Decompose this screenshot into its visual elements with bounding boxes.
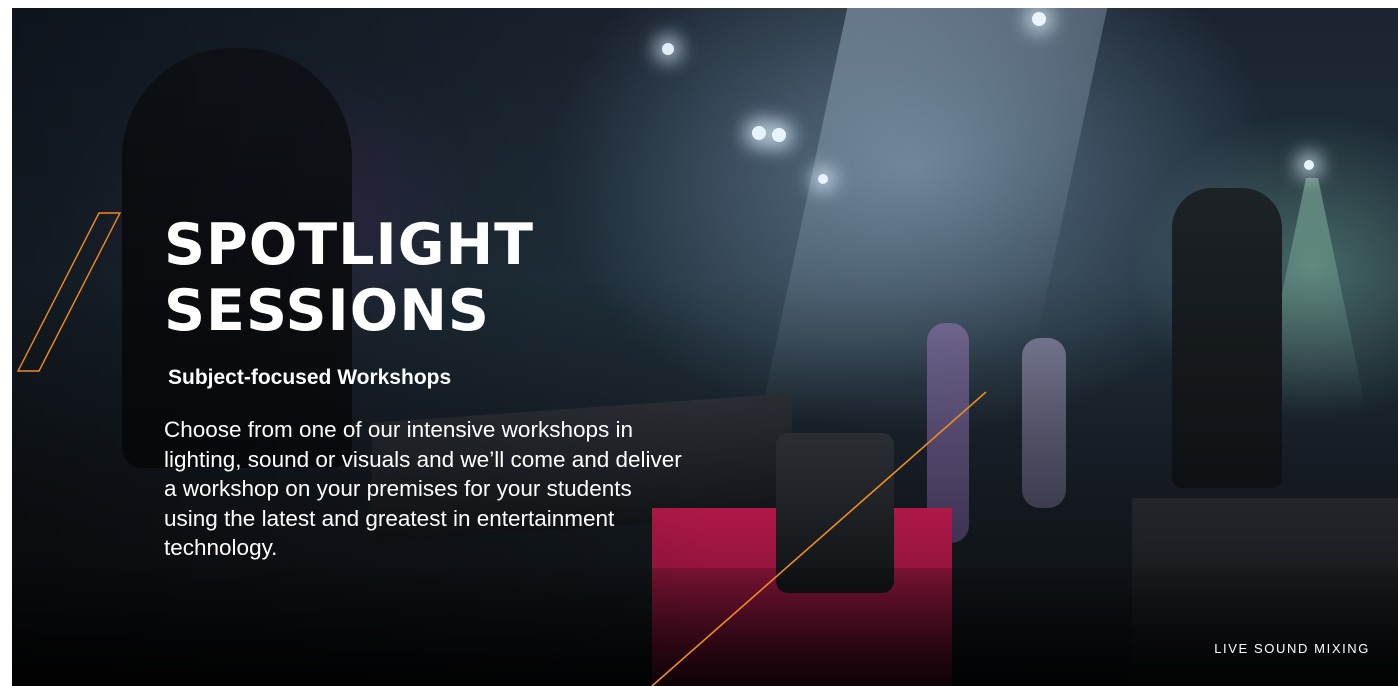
- performer-figure: [1022, 338, 1066, 508]
- stage-light: [1304, 160, 1314, 170]
- subtitle: Subject-focused Workshops: [168, 366, 452, 389]
- guitarist-silhouette: [1172, 188, 1282, 488]
- stage-light: [1032, 12, 1046, 26]
- stage-light: [772, 128, 786, 142]
- accent-parallelogram-icon: [16, 212, 122, 372]
- accent-diagonal-line: [651, 391, 987, 686]
- stage-light: [752, 126, 766, 140]
- description-text: Choose from one of our intensive worksho…: [164, 417, 682, 560]
- page-title: SPOTLIGHT SESSIONS: [164, 212, 534, 344]
- title-line-2: SESSIONS: [164, 278, 490, 344]
- stage-light: [818, 174, 828, 184]
- photo-caption: LIVE SOUND MIXING: [1214, 641, 1370, 656]
- title-line-1: SPOTLIGHT: [164, 212, 535, 278]
